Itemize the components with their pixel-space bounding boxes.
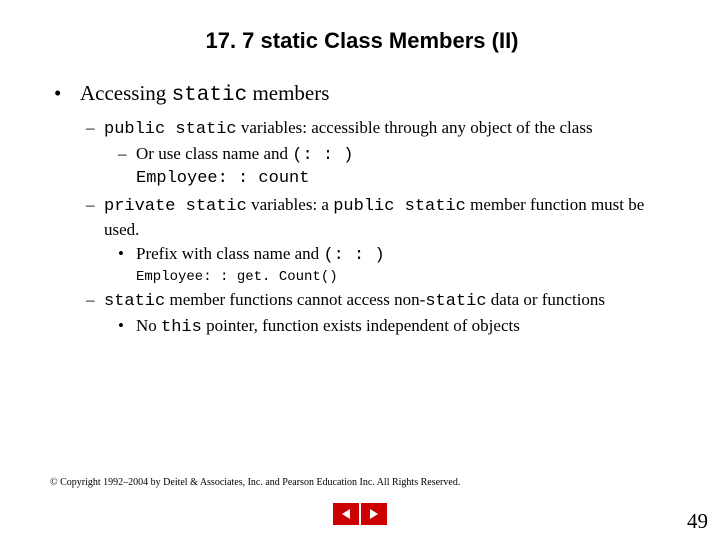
slide-body: • Accessing static members – public stat…	[54, 80, 670, 339]
triangle-right-icon	[367, 507, 381, 521]
code-line: Employee: : count	[136, 169, 670, 188]
dash: –	[86, 289, 104, 313]
code-frag: this	[161, 318, 202, 337]
dash: –	[86, 194, 104, 240]
bullet-level2: – public static variables: accessible th…	[86, 117, 670, 141]
code-frag: private static	[104, 197, 247, 216]
text-frag: members	[247, 81, 329, 105]
code-frag: (: : )	[292, 146, 353, 165]
text-line: private static variables: a public stati…	[104, 194, 670, 240]
text-line: public static variables: accessible thro…	[104, 117, 593, 141]
nav-controls	[0, 503, 720, 526]
code-frag: static	[172, 84, 248, 107]
code-frag: static	[425, 292, 486, 311]
text-line: Or use class name and (: : )	[136, 143, 353, 167]
text-frag: variables: accessible through any object…	[237, 118, 593, 137]
code-line: Employee: : get. Count()	[136, 269, 670, 285]
code-frag: (: : )	[323, 246, 384, 265]
prev-button[interactable]	[333, 503, 359, 525]
text-frag: No	[136, 316, 161, 335]
bullet-dot: •	[54, 80, 80, 109]
copyright-text: © Copyright 1992–2004 by Deitel & Associ…	[50, 477, 460, 488]
text-line: Prefix with class name and (: : )	[136, 243, 385, 267]
bullet-level1: • Accessing static members	[54, 80, 670, 109]
next-button[interactable]	[361, 503, 387, 525]
bullet-level3: • Prefix with class name and (: : )	[118, 243, 670, 267]
dash: –	[86, 117, 104, 141]
bullet-dot: •	[118, 315, 136, 339]
code-frag: public static	[104, 120, 237, 139]
text-frag: Accessing	[80, 81, 172, 105]
dash: –	[118, 143, 136, 167]
bullet-level3: – Or use class name and (: : )	[118, 143, 670, 167]
bullet-level3: • No this pointer, function exists indep…	[118, 315, 670, 339]
bullet-dot: •	[118, 243, 136, 267]
code-frag: static	[104, 292, 165, 311]
text-frag: pointer, function exists independent of …	[202, 316, 520, 335]
text-frag: Prefix with class name and	[136, 244, 323, 263]
page-number: 49	[687, 509, 708, 534]
text-line: Accessing static members	[80, 80, 329, 109]
text-frag: Or use class name and	[136, 144, 292, 163]
slide-title: 17. 7 static Class Members (II)	[54, 28, 670, 54]
code-frag: public static	[333, 197, 466, 216]
text-frag: member functions cannot access non-	[165, 290, 425, 309]
bullet-level2: – private static variables: a public sta…	[86, 194, 670, 240]
text-line: static member functions cannot access no…	[104, 289, 605, 313]
text-frag: data or functions	[487, 290, 606, 309]
text-frag: variables: a	[247, 195, 333, 214]
triangle-left-icon	[339, 507, 353, 521]
text-line: No this pointer, function exists indepen…	[136, 315, 520, 339]
bullet-level2: – static member functions cannot access …	[86, 289, 670, 313]
